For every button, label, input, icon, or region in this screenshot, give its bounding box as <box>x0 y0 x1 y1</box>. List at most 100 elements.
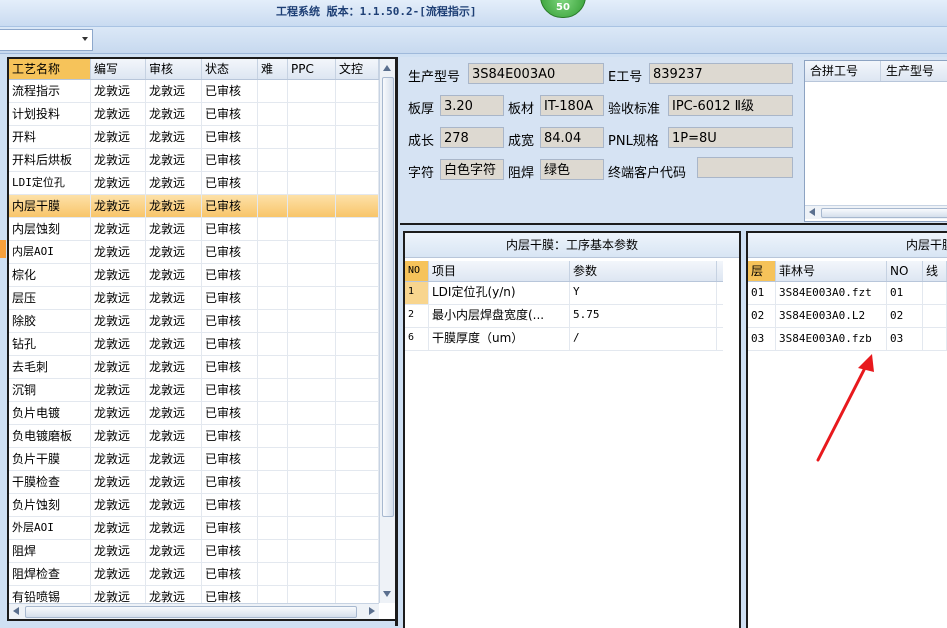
params-col-item[interactable]: 项目 <box>429 261 570 281</box>
film-col-name[interactable]: 菲林号 <box>776 261 887 281</box>
film-col-layer[interactable]: 层 <box>748 261 776 281</box>
params-col-value[interactable]: 参数 <box>570 261 717 281</box>
eno-field[interactable]: 839237 <box>649 63 793 84</box>
process-row[interactable]: 流程指示 龙敦远 龙敦远 已审核 <box>9 80 379 103</box>
process-row[interactable]: 负电镀磨板 龙敦远 龙敦远 已审核 <box>9 425 379 448</box>
process-cell <box>336 126 379 148</box>
process-row[interactable]: 内层干膜 龙敦远 龙敦远 已审核 <box>9 195 379 218</box>
process-row[interactable]: 钻孔 龙敦远 龙敦远 已审核 <box>9 333 379 356</box>
params-row[interactable]: 2 最小内层焊盘宽度(... 5.75 <box>405 305 723 328</box>
film-col-no[interactable]: NO <box>887 261 923 281</box>
width-field[interactable]: 84.04 <box>540 127 604 148</box>
params-row[interactable]: 6 干膜厚度（um） / <box>405 328 723 351</box>
process-row[interactable]: 负片干膜 龙敦远 龙敦远 已审核 <box>9 448 379 471</box>
process-cell <box>258 103 288 125</box>
process-cell: 龙敦远 <box>146 563 202 585</box>
process-cell: 龙敦远 <box>91 471 146 493</box>
process-cell <box>258 425 288 447</box>
process-col-header[interactable]: 文控 <box>336 59 379 79</box>
scroll-thumb[interactable] <box>382 77 394 517</box>
length-label: 成长 <box>408 134 435 149</box>
process-cell: 龙敦远 <box>91 356 146 378</box>
process-cell: 龙敦远 <box>91 540 146 562</box>
process-row[interactable]: LDI定位孔 龙敦远 龙敦远 已审核 <box>9 172 379 195</box>
process-row[interactable]: 外层AOI 龙敦远 龙敦远 已审核 <box>9 517 379 540</box>
process-row[interactable]: 棕化 龙敦远 龙敦远 已审核 <box>9 264 379 287</box>
chevron-down-icon[interactable] <box>82 37 88 41</box>
process-col-header[interactable]: 难 <box>258 59 288 79</box>
film-col-line[interactable]: 线 <box>923 261 947 281</box>
process-row[interactable]: 干膜检查 龙敦远 龙敦远 已审核 <box>9 471 379 494</box>
merge-col-header[interactable]: 合拼工号 <box>805 61 881 81</box>
process-grid-hscrollbar[interactable] <box>9 603 379 619</box>
merge-col-header[interactable]: 生产型号 <box>881 61 947 81</box>
process-cell: 龙敦远 <box>146 379 202 401</box>
process-col-header[interactable]: PPC <box>288 59 336 79</box>
process-params-table: NO 项目 参数 1 LDI定位孔(y/n) Y 2 最小内层焊盘宽度(... 5.75 6… <box>405 261 723 351</box>
customer-code-field[interactable] <box>697 157 793 178</box>
params-header: NO 项目 参数 <box>405 261 723 282</box>
process-cell <box>258 149 288 171</box>
process-col-header[interactable]: 编写 <box>91 59 146 79</box>
process-col-header[interactable]: 工艺名称 <box>9 59 91 79</box>
process-row[interactable]: 计划投料 龙敦远 龙敦远 已审核 <box>9 103 379 126</box>
scroll-down-icon[interactable] <box>383 591 391 597</box>
thickness-field[interactable]: 3.20 <box>440 95 504 116</box>
soldermask-field[interactable]: 绿色 <box>540 159 604 180</box>
process-row[interactable]: 阻焊 龙敦远 龙敦远 已审核 <box>9 540 379 563</box>
params-row[interactable]: 1 LDI定位孔(y/n) Y <box>405 282 723 305</box>
process-cell: 负片干膜 <box>9 448 91 470</box>
material-field[interactable]: IT-180A <box>540 95 604 116</box>
legend-field[interactable]: 白色字符 <box>440 159 504 180</box>
process-cell <box>258 264 288 286</box>
process-row[interactable]: 沉铜 龙敦远 龙敦远 已审核 <box>9 379 379 402</box>
model-field[interactable]: 3S84E003A0 <box>468 63 604 84</box>
process-cell <box>336 563 379 585</box>
process-col-header[interactable]: 审核 <box>146 59 202 79</box>
pnl-field[interactable]: 1P=8U <box>668 127 793 148</box>
scroll-thumb[interactable] <box>25 606 357 618</box>
process-cell <box>336 195 379 217</box>
process-cell: 龙敦远 <box>146 448 202 470</box>
process-cell: 流程指示 <box>9 80 91 102</box>
process-col-header[interactable]: 状态 <box>202 59 258 79</box>
notification-badge[interactable]: 50 <box>540 0 586 18</box>
process-row[interactable]: 负片电镀 龙敦远 龙敦远 已审核 <box>9 402 379 425</box>
process-cell <box>258 333 288 355</box>
film-row[interactable]: 01 3S84E003A0.fzt 01 <box>748 282 947 305</box>
process-grid-vscrollbar[interactable] <box>379 59 395 603</box>
process-row[interactable]: 负片蚀刻 龙敦远 龙敦远 已审核 <box>9 494 379 517</box>
process-row[interactable]: 内层AOI 龙敦远 龙敦远 已审核 <box>9 241 379 264</box>
standard-field[interactable]: IPC-6012 Ⅱ级 <box>668 95 793 116</box>
length-field[interactable]: 278 <box>440 127 504 148</box>
material-label: 板材 <box>508 102 535 117</box>
job-info-panel: 生产型号 3S84E003A0 E工号 839237 板厚 3.20 板材 IT… <box>400 57 947 225</box>
process-cell: 龙敦远 <box>146 126 202 148</box>
splitter[interactable] <box>395 57 398 626</box>
toolbar-combo[interactable] <box>0 29 93 51</box>
thickness-label: 板厚 <box>408 102 435 117</box>
scroll-up-icon[interactable] <box>383 65 391 71</box>
film-row[interactable]: 02 3S84E003A0.L2 02 <box>748 305 947 328</box>
process-row[interactable]: 开料后烘板 龙敦远 龙敦远 已审核 <box>9 149 379 172</box>
process-row[interactable]: 开料 龙敦远 龙敦远 已审核 <box>9 126 379 149</box>
process-cell: 负电镀磨板 <box>9 425 91 447</box>
process-row[interactable]: 阻焊检查 龙敦远 龙敦远 已审核 <box>9 563 379 586</box>
process-row[interactable]: 层压 龙敦远 龙敦远 已审核 <box>9 287 379 310</box>
process-cell <box>288 195 336 217</box>
process-cell <box>288 264 336 286</box>
film-row[interactable]: 03 3S84E003A0.fzb 03 <box>748 328 947 351</box>
process-row[interactable]: 内层蚀刻 龙敦远 龙敦远 已审核 <box>9 218 379 241</box>
scroll-left-icon[interactable] <box>809 208 815 216</box>
process-cell: 已审核 <box>202 448 258 470</box>
process-row[interactable]: 去毛刺 龙敦远 龙敦远 已审核 <box>9 356 379 379</box>
merge-table-hscrollbar[interactable] <box>805 205 947 219</box>
process-cell: 已审核 <box>202 379 258 401</box>
process-row[interactable]: 除胶 龙敦远 龙敦远 已审核 <box>9 310 379 333</box>
scroll-left-icon[interactable] <box>13 607 19 615</box>
process-cell: 已审核 <box>202 287 258 309</box>
film-list-table: 层 菲林号 NO 线 01 3S84E003A0.fzt 01 02 3S84E003A… <box>748 261 947 351</box>
params-col-no[interactable]: NO <box>405 261 429 281</box>
scroll-right-icon[interactable] <box>369 607 375 615</box>
scroll-thumb[interactable] <box>821 208 947 218</box>
